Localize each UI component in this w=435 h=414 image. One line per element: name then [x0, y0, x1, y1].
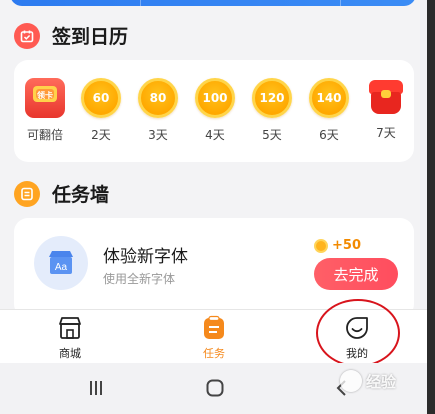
- checkin-calendar-card: 领卡 可翻倍 60 2天 80 3天 100 4天 120 5天 140 6天 …: [14, 60, 414, 162]
- day-label: 2天: [91, 128, 111, 142]
- gift-badge: 领卡: [37, 91, 53, 100]
- task-description: 使用全新字体: [103, 272, 176, 286]
- checkin-day-6[interactable]: 140 6天: [304, 78, 354, 143]
- watermark-logo-icon: [340, 370, 362, 392]
- coin-icon: 140: [309, 78, 349, 118]
- clipboard-icon: [200, 314, 228, 342]
- top-banner[interactable]: [10, 0, 416, 6]
- tab-shop[interactable]: 商城: [40, 314, 100, 361]
- recent-apps-icon[interactable]: [84, 377, 108, 399]
- shop-icon: [56, 314, 84, 342]
- checkin-day-7[interactable]: 7天: [361, 78, 411, 141]
- tab-label: 任务: [203, 347, 225, 360]
- day-label: 3天: [148, 128, 168, 142]
- checkin-day-5[interactable]: 120 5天: [247, 78, 297, 143]
- task-title: 体验新字体: [103, 247, 188, 267]
- day-label: 4天: [205, 128, 225, 142]
- highlight-annotation-circle: [316, 299, 400, 367]
- task-list-icon: [14, 180, 40, 207]
- home-icon[interactable]: [203, 377, 227, 399]
- task-wall-title: 任务墙: [52, 184, 110, 206]
- coin-icon: 60: [81, 78, 121, 118]
- calendar-icon: [14, 22, 40, 49]
- day-label: 6天: [319, 128, 339, 142]
- checkin-day-1[interactable]: 领卡 可翻倍: [20, 78, 70, 143]
- coin-icon: 80: [138, 78, 178, 118]
- coin-value: 60: [92, 91, 110, 105]
- tab-tasks[interactable]: 任务: [184, 314, 244, 361]
- task-reward: +50: [314, 238, 361, 253]
- coin-value: 80: [149, 91, 167, 105]
- watermark: 经验: [340, 370, 396, 392]
- svg-text:Aa: Aa: [55, 262, 68, 273]
- checkin-day-2[interactable]: 60 2天: [76, 78, 126, 143]
- font-store-icon: Aa: [34, 236, 88, 290]
- screen-edge: [427, 0, 435, 414]
- day-label: 7天: [376, 126, 396, 140]
- reward-amount: +50: [332, 238, 361, 253]
- coin-icon: [314, 238, 328, 253]
- red-bag-icon: [367, 78, 405, 116]
- coin-value: 140: [316, 91, 342, 105]
- day-label: 5天: [262, 128, 282, 142]
- checkin-title: 签到日历: [52, 26, 129, 48]
- coin-icon: 100: [195, 78, 235, 118]
- complete-task-button[interactable]: 去完成: [314, 258, 398, 290]
- coin-value: 100: [202, 91, 228, 105]
- checkin-day-4[interactable]: 100 4天: [190, 78, 240, 143]
- checkin-day-3[interactable]: 80 3天: [133, 78, 183, 143]
- watermark-text: 经验: [366, 372, 397, 391]
- day-label: 可翻倍: [26, 128, 63, 142]
- gift-box-icon: 领卡: [25, 78, 65, 118]
- coin-value: 120: [259, 91, 285, 105]
- task-section-header: 任务墙: [14, 180, 109, 207]
- coin-icon: 120: [252, 78, 292, 118]
- checkin-section-header: 签到日历: [14, 22, 128, 49]
- tab-label: 商城: [59, 347, 81, 360]
